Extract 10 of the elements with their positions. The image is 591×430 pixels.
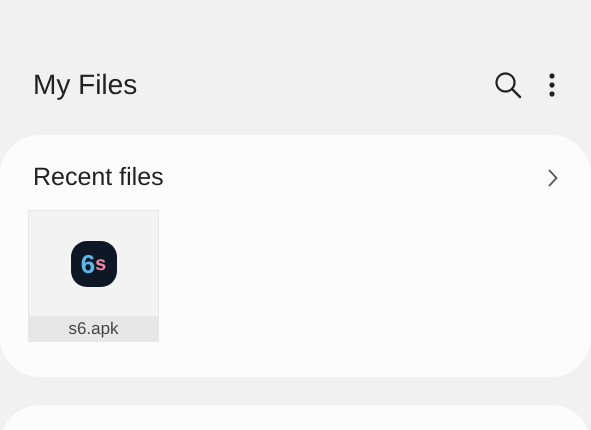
file-name: s6.apk	[29, 316, 158, 341]
chevron-right-icon[interactable]	[548, 168, 558, 186]
search-icon	[494, 71, 522, 99]
search-button[interactable]	[494, 71, 522, 99]
page-title: My Files	[33, 69, 138, 101]
section-title: Recent files	[33, 163, 164, 192]
more-icon	[549, 73, 555, 97]
more-options-button[interactable]	[549, 73, 555, 97]
app-icon: 6s	[70, 240, 116, 286]
file-tile[interactable]: 6s s6.apk	[28, 210, 159, 342]
